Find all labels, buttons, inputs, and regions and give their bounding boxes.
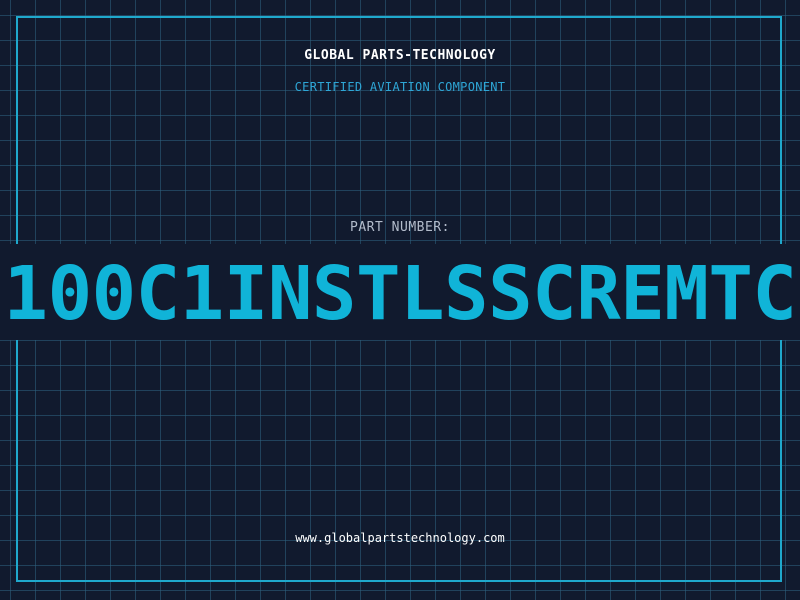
part-number-value: 100C1INSTLSSCREMTC [3,251,797,337]
website-url: www.globalpartstechnology.com [295,531,505,545]
part-number-label: PART NUMBER: [350,220,450,235]
certificate-card: GLOBAL PARTS-TECHNOLOGY CERTIFIED AVIATI… [0,0,800,600]
tagline: CERTIFIED AVIATION COMPONENT [294,80,506,94]
company-name: GLOBAL PARTS-TECHNOLOGY [304,48,496,63]
